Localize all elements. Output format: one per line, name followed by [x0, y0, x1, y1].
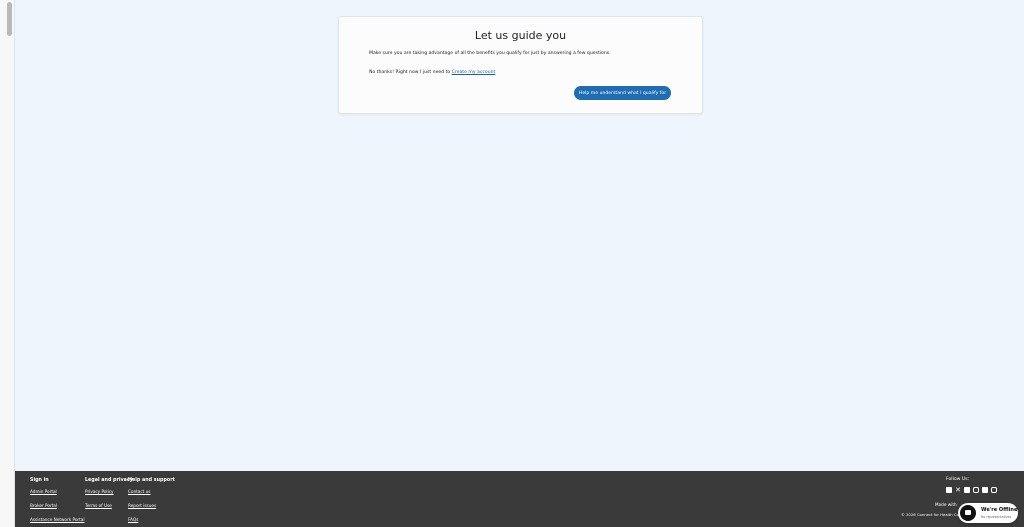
admin-portal-link[interactable]: Admin Portal: [30, 489, 57, 494]
skip-prefix: No thanks! Right now I just need to: [369, 70, 452, 75]
scrollbar-thumb[interactable]: [7, 2, 12, 36]
chat-widget[interactable]: We're Offline No representatives: [958, 503, 1018, 523]
guide-card: Let us guide you Make sure you are takin…: [338, 16, 703, 114]
site-footer: Sign in Admin Portal Broker Portal Assis…: [15, 471, 1024, 527]
threads-icon[interactable]: [991, 487, 997, 493]
footer-heading-sign-in: Sign in: [30, 478, 49, 483]
copyright-text: © 2026 Connect for Health Co: [901, 512, 959, 517]
footer-heading-help: Help and support: [128, 478, 175, 483]
social-links: ✕: [946, 487, 997, 494]
footer-heading-legal: Legal and privacy: [85, 478, 133, 483]
made-with-text: Made with: [935, 502, 957, 507]
skip-text: No thanks! Right now I just need to Crea…: [369, 70, 495, 75]
facebook-icon[interactable]: [946, 487, 952, 493]
x-icon[interactable]: ✕: [955, 487, 961, 494]
card-intro-text: Make sure you are taking advantage of al…: [369, 51, 611, 56]
linkedin-icon[interactable]: [982, 487, 988, 493]
scrollbar[interactable]: [0, 0, 15, 527]
create-account-link[interactable]: Create my account: [452, 70, 496, 75]
footer-help-column: Help and support Contact us Report issue…: [128, 478, 175, 522]
card-title: Let us guide you: [474, 29, 567, 42]
broker-portal-link[interactable]: Broker Portal: [30, 503, 57, 508]
assistance-network-portal-link[interactable]: Assistance Network Portal: [30, 517, 85, 522]
report-issues-link[interactable]: Report issues: [128, 503, 156, 508]
footer-sign-in-column: Sign in Admin Portal Broker Portal Assis…: [30, 478, 85, 522]
help-me-understand-button[interactable]: Help me understand what I qualify for: [574, 86, 671, 100]
instagram-icon[interactable]: [973, 487, 979, 493]
youtube-icon[interactable]: [964, 487, 970, 493]
chat-status: We're Offline: [981, 507, 1018, 513]
faqs-link[interactable]: FAQs: [128, 517, 138, 522]
chat-icon[interactable]: [960, 505, 976, 521]
terms-of-use-link[interactable]: Terms of Use: [85, 503, 112, 508]
chat-subtext: No representatives: [981, 515, 1012, 519]
privacy-policy-link[interactable]: Privacy Policy: [85, 489, 114, 494]
contact-us-link[interactable]: Contact us: [128, 489, 150, 494]
follow-us-label: Follow Us:: [946, 477, 970, 482]
footer-legal-column: Legal and privacy Privacy Policy Terms o…: [85, 478, 133, 508]
